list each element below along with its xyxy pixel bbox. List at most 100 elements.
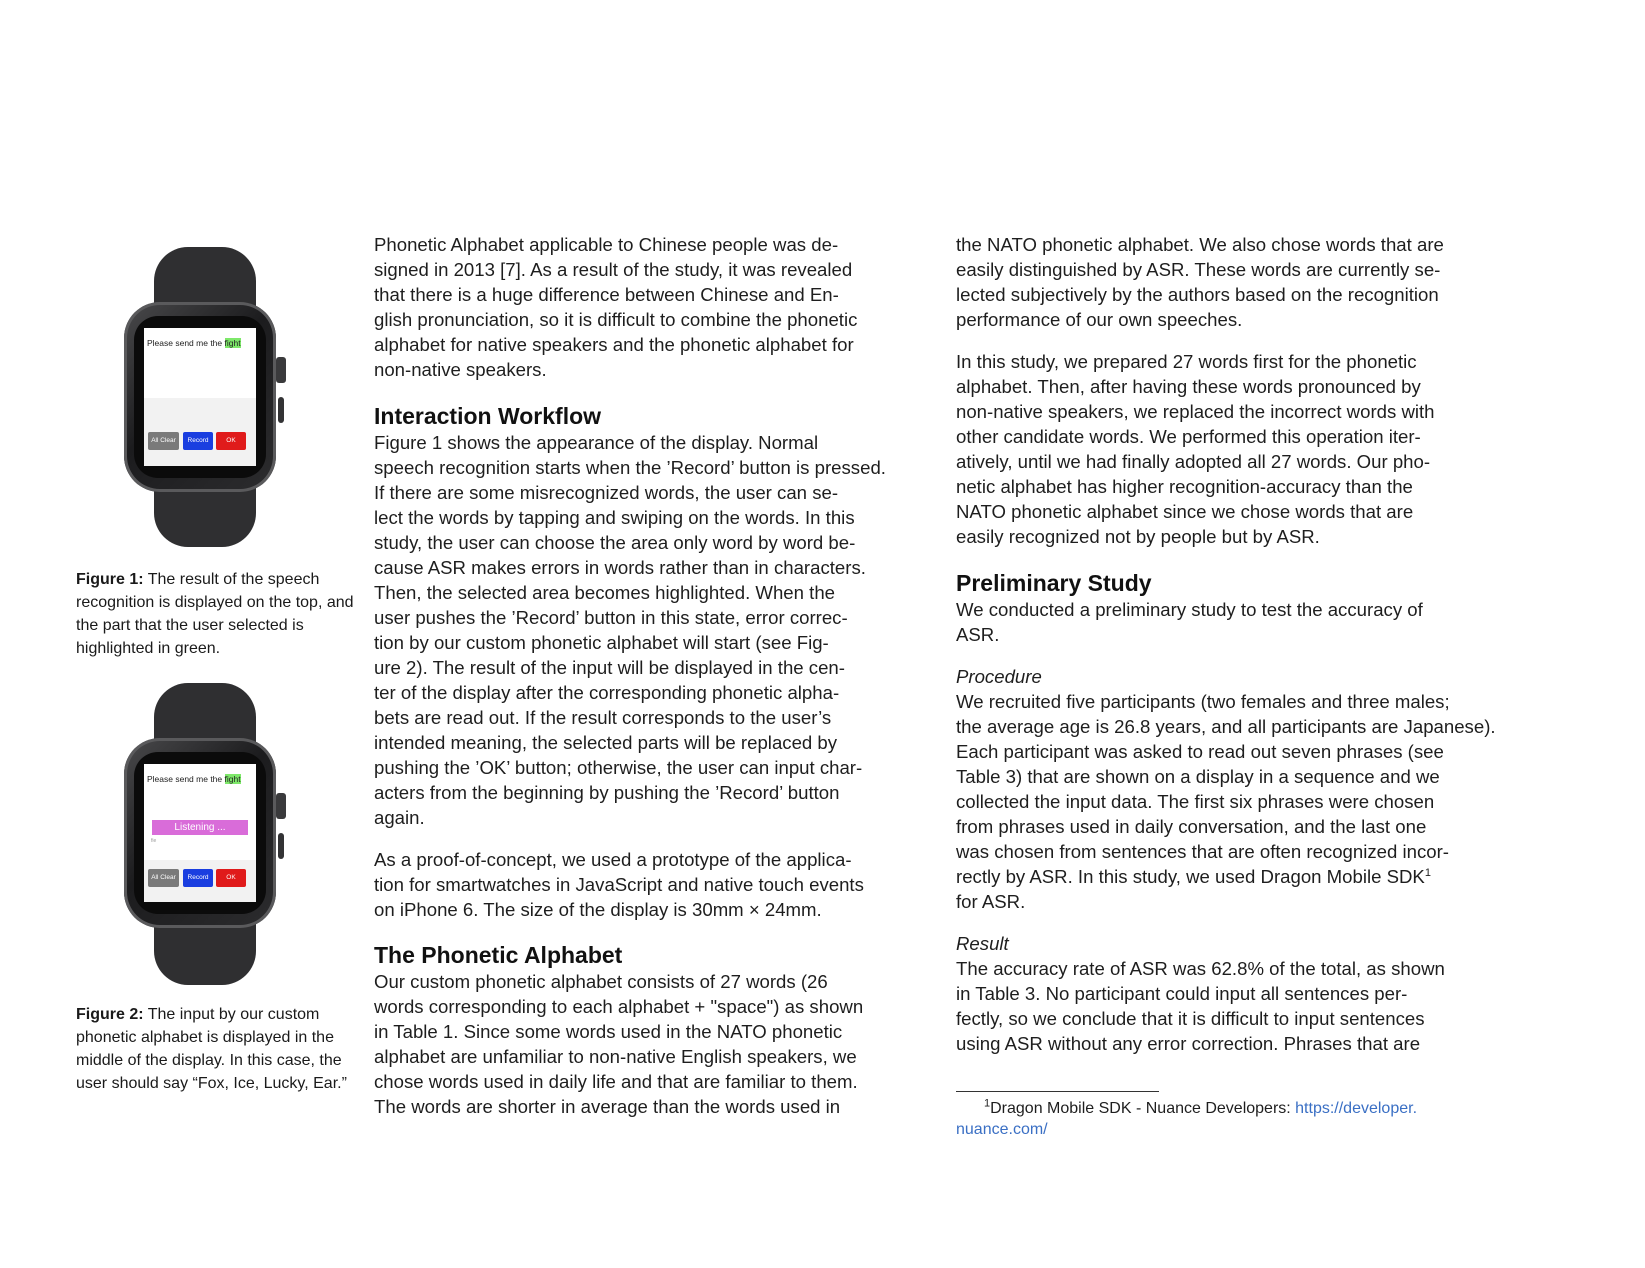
recognized-text-plain: Please send me the xyxy=(147,338,223,348)
text-line: signed in 2013 [7]. As a result of the s… xyxy=(374,259,853,280)
side-button-icon xyxy=(278,833,284,859)
text-line: We recruited five participants (two fema… xyxy=(956,691,1450,712)
text-line: ter of the display after the correspondi… xyxy=(374,682,840,703)
recognized-text: Please send me the fight xyxy=(147,338,241,348)
figure1-caption: Figure 1: The result of the speech recog… xyxy=(76,568,354,660)
caption-label: Figure 1: xyxy=(76,571,144,588)
text-line: user pushes the ’Record’ button in this … xyxy=(374,607,848,628)
text-line: for ASR. xyxy=(956,891,1026,912)
text-line: non-native speakers. xyxy=(374,359,547,380)
text-line: Figure 1 shows the appearance of the dis… xyxy=(374,432,819,453)
footnote-line: 1Dragon Mobile SDK - Nuance Developers: … xyxy=(956,1098,1417,1119)
text-line: performance of our own speeches. xyxy=(956,309,1243,330)
footnote-mark[interactable]: 1 xyxy=(1425,867,1431,879)
text-line: collected the input data. The first six … xyxy=(956,791,1435,812)
footnote-line: nuance.com/ xyxy=(956,1119,1417,1140)
text-line: in Table 1. Since some words used in the… xyxy=(374,1021,843,1042)
paragraph: The accuracy rate of ASR was 62.8% of th… xyxy=(956,956,1496,1056)
ok-button[interactable]: OK xyxy=(216,869,246,887)
caption-label: Figure 2: xyxy=(76,1006,144,1023)
all-clear-button[interactable]: All Clear xyxy=(148,869,179,887)
text-line: the NATO phonetic alphabet. We also chos… xyxy=(956,234,1444,255)
text-line: alphabet are unfamiliar to non-native En… xyxy=(374,1046,857,1067)
text-line: easily distinguished by ASR. These words… xyxy=(956,259,1441,280)
text-line: study, the user can choose the area only… xyxy=(374,532,856,553)
text-line: other candidate words. We performed this… xyxy=(956,426,1421,447)
side-button-icon xyxy=(278,397,284,423)
footnote-link[interactable]: https://developer. xyxy=(1295,1100,1417,1117)
text-line: The accuracy rate of ASR was 62.8% of th… xyxy=(956,958,1445,979)
text-line: lected subjectively by the authors based… xyxy=(956,284,1439,305)
text-line: netic alphabet has higher recognition-ac… xyxy=(956,476,1413,497)
figure1-watch-screen: Please send me the fight fight All Clear… xyxy=(144,328,256,466)
ok-button[interactable]: OK xyxy=(216,432,246,450)
paragraph: Phonetic Alphabet applicable to Chinese … xyxy=(374,232,886,382)
footnote: 1Dragon Mobile SDK - Nuance Developers: … xyxy=(956,1098,1417,1140)
figure1-watch: Please send me the fight fight All Clear… xyxy=(124,247,286,547)
text-line: words corresponding to each alphabet + "… xyxy=(374,996,864,1017)
record-button[interactable]: Record xyxy=(183,869,213,887)
subsection-heading: Result xyxy=(956,933,1009,954)
text-line: on iPhone 6. The size of the display is … xyxy=(374,899,822,920)
text-line: NATO phonetic alphabet since we chose wo… xyxy=(956,501,1414,522)
paragraph: the NATO phonetic alphabet. We also chos… xyxy=(956,232,1496,332)
text-line: The words are shorter in average than th… xyxy=(374,1096,841,1117)
text-line: speech recognition starts when the ’Reco… xyxy=(374,457,886,478)
paragraph: We conducted a preliminary study to test… xyxy=(956,597,1496,647)
right-column: the NATO phonetic alphabet. We also chos… xyxy=(956,232,1496,1056)
text-line: alphabet for native speakers and the pho… xyxy=(374,334,854,355)
text-line: As a proof-of-concept, we used a prototy… xyxy=(374,849,852,870)
text-line: fectly, so we conclude that it is diffic… xyxy=(956,1008,1425,1029)
figure2-caption: Figure 2: The input by our custom phonet… xyxy=(76,1003,354,1095)
figure2-watch: Please send me the fight Listening ... f… xyxy=(124,683,286,985)
text-line: pushing the ’OK’ button; otherwise, the … xyxy=(374,757,863,778)
paragraph: As a proof-of-concept, we used a prototy… xyxy=(374,847,886,922)
listening-indicator: Listening ... xyxy=(152,820,248,835)
text-line: cause ASR makes errors in words rather t… xyxy=(374,557,866,578)
recognized-text: Please send me the fight xyxy=(147,774,241,784)
paragraph: We recruited five participants (two fema… xyxy=(956,689,1496,914)
text-line: that there is a huge difference between … xyxy=(374,284,839,305)
text-line: bets are read out. If the result corresp… xyxy=(374,707,832,728)
digital-crown-icon xyxy=(276,357,286,383)
section-heading: Preliminary Study xyxy=(956,570,1152,596)
text-line: We conducted a preliminary study to test… xyxy=(956,599,1423,620)
middle-column: Phonetic Alphabet applicable to Chinese … xyxy=(374,232,886,1119)
text-line: lect the words by tapping and swiping on… xyxy=(374,507,855,528)
subsection-heading: Procedure xyxy=(956,666,1042,687)
footnote-text: Dragon Mobile SDK - Nuance Developers: xyxy=(990,1100,1296,1117)
digital-crown-icon xyxy=(276,793,286,819)
text-line: acters from the beginning by pushing the… xyxy=(374,782,840,803)
recognized-text-plain: Please send me the xyxy=(147,774,223,784)
text-line: in Table 3. No participant could input a… xyxy=(956,983,1408,1004)
text-line: glish pronunciation, so it is difficult … xyxy=(374,309,858,330)
text-line: ASR. xyxy=(956,624,1000,645)
text-line: the average age is 26.8 years, and all p… xyxy=(956,716,1496,737)
text-line: If there are some misrecognized words, t… xyxy=(374,482,839,503)
text-line: alphabet. Then, after having these words… xyxy=(956,376,1421,397)
text-line: In this study, we prepared 27 words firs… xyxy=(956,351,1417,372)
text-line: again. xyxy=(374,807,425,828)
paragraph: In this study, we prepared 27 words firs… xyxy=(956,349,1496,549)
paragraph: Figure 1 shows the appearance of the dis… xyxy=(374,430,886,830)
text-line: Table 3) that are shown on a display in … xyxy=(956,766,1440,787)
paragraph: Our custom phonetic alphabet consists of… xyxy=(374,969,886,1119)
section-heading: Interaction Workflow xyxy=(374,403,602,429)
highlighted-word[interactable]: fight xyxy=(224,338,241,348)
text-line: using ASR without any error correction. … xyxy=(956,1033,1421,1054)
text-line: atively, until we had finally adopted al… xyxy=(956,451,1431,472)
all-clear-button[interactable]: All Clear xyxy=(148,432,179,450)
text-line: tion for smartwatches in JavaScript and … xyxy=(374,874,864,895)
text-line: intended meaning, the selected parts wil… xyxy=(374,732,838,753)
input-preview: fie xyxy=(151,838,157,844)
text-line: Each participant was asked to read out s… xyxy=(956,741,1444,762)
footnote-link-continued[interactable]: nuance.com/ xyxy=(956,1121,1048,1138)
text-line: tion by our custom phonetic alphabet wil… xyxy=(374,632,829,653)
record-button[interactable]: Record xyxy=(183,432,213,450)
text-line: non-native speakers, we replaced the inc… xyxy=(956,401,1435,422)
highlighted-word[interactable]: fight xyxy=(224,774,241,784)
figure2-watch-screen: Please send me the fight Listening ... f… xyxy=(144,764,256,902)
text-line: from phrases used in daily conversation,… xyxy=(956,816,1427,837)
text-line: Our custom phonetic alphabet consists of… xyxy=(374,971,828,992)
text-line: was chosen from sentences that are often… xyxy=(956,841,1449,862)
